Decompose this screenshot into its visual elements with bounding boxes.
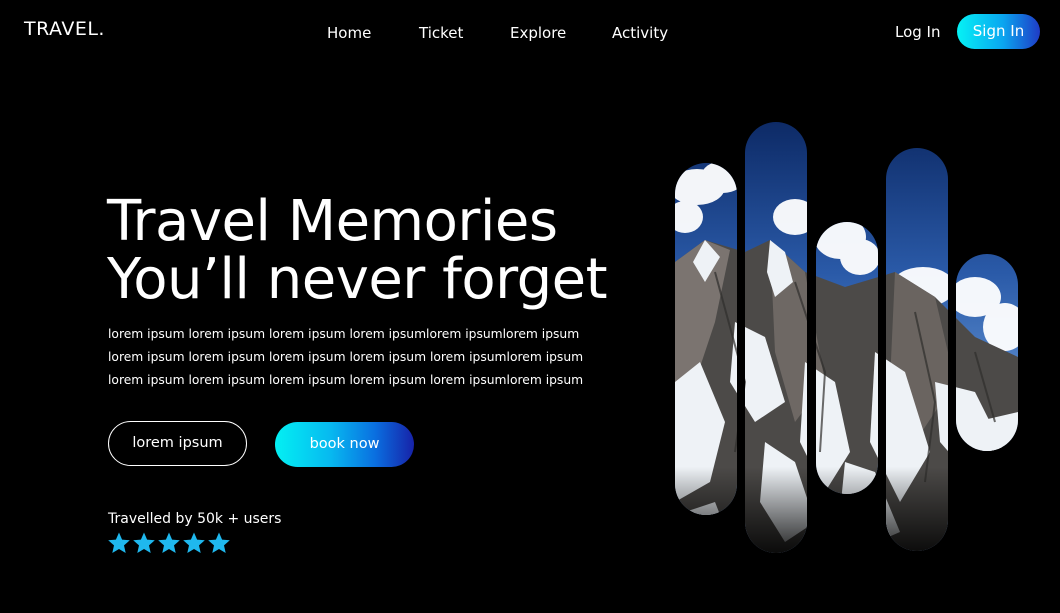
hero-description: lorem ipsum lorem ipsum lorem ipsum lore… xyxy=(108,323,588,392)
mountain-image xyxy=(956,254,1018,451)
rating-stars xyxy=(107,531,231,555)
star-icon xyxy=(158,532,180,553)
hero-title-line-2: You’ll never forget xyxy=(107,247,608,312)
mountain-image-strip xyxy=(956,254,1018,451)
mountain-image xyxy=(886,148,948,551)
login-link[interactable]: Log In xyxy=(895,23,941,41)
star-icon xyxy=(183,532,205,553)
secondary-button[interactable]: lorem ipsum xyxy=(108,421,247,466)
star-icon xyxy=(133,532,155,553)
mountain-image-strip xyxy=(745,122,807,553)
mountain-image-strip xyxy=(816,222,878,494)
nav-activity[interactable]: Activity xyxy=(612,24,668,42)
star-icon xyxy=(208,532,230,553)
hero-description-line: lorem ipsum lorem ipsum lorem ipsum lore… xyxy=(108,350,584,364)
mountain-image xyxy=(675,163,737,515)
mountain-image xyxy=(745,122,807,553)
mountain-image-strip xyxy=(886,148,948,551)
hero-description-line: lorem ipsum lorem ipsum lorem ipsum lore… xyxy=(108,373,584,387)
star-icon xyxy=(108,532,130,553)
hero-description-line: lorem ipsum lorem ipsum lorem ipsum lore… xyxy=(108,327,580,341)
book-now-button[interactable]: book now xyxy=(275,422,414,467)
nav-explore[interactable]: Explore xyxy=(510,24,566,42)
nav-home[interactable]: Home xyxy=(327,24,371,42)
mountain-image-strip xyxy=(675,163,737,515)
social-proof-text: Travelled by 50k + users xyxy=(108,511,282,527)
signin-button[interactable]: Sign In xyxy=(957,14,1040,49)
hero-title-line-1: Travel Memories xyxy=(107,189,558,254)
mountain-image xyxy=(816,222,878,494)
nav-ticket[interactable]: Ticket xyxy=(419,24,463,42)
hero-title: Travel Memories You’ll never forget xyxy=(107,189,608,312)
